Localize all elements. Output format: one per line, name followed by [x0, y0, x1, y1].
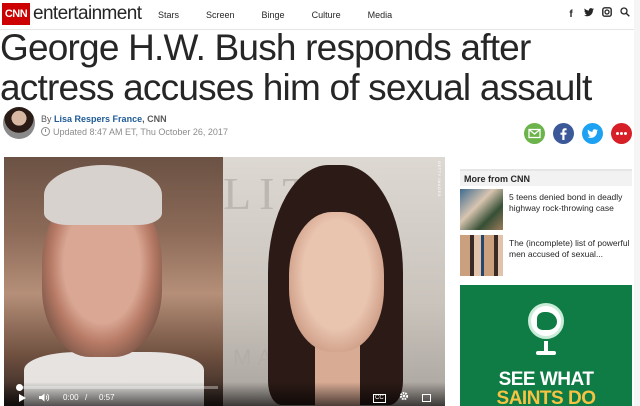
globe-icon [528, 303, 564, 339]
author-name-link[interactable]: Lisa Respers France [54, 114, 142, 124]
photo-credit: GETTY IMAGES [437, 161, 442, 197]
article-headline: George H.W. Bush responds after actress … [0, 27, 592, 108]
nav-media[interactable]: Media [368, 9, 393, 21]
sidebar-title: More from CNN [460, 169, 632, 186]
by-label: By [41, 114, 52, 124]
facebook-share-button[interactable] [553, 123, 574, 144]
author-org: , CNN [142, 114, 167, 124]
related-story-thumbnail[interactable] [460, 235, 503, 276]
instagram-icon[interactable] [602, 7, 612, 22]
related-story-link[interactable]: 5 teens denied bond in deadly highway ro… [503, 189, 632, 232]
email-share-button[interactable] [524, 123, 545, 144]
more-share-button[interactable] [611, 123, 632, 144]
video-player[interactable]: LIT MA GETTY IMAGES 0:00 / 0:57 CC [4, 157, 445, 406]
fullscreen-icon[interactable] [422, 394, 431, 402]
video-still-right-photo: LIT MA [223, 157, 445, 406]
ad-subline: SAINTS DO [496, 388, 596, 406]
twitter-icon[interactable] [584, 7, 594, 22]
photo-hair-left [44, 165, 162, 225]
author-avatar[interactable] [3, 107, 35, 139]
related-story[interactable]: 5 teens denied bond in deadly highway ro… [460, 189, 632, 232]
nav-culture[interactable]: Culture [312, 9, 341, 21]
twitter-share-button[interactable] [582, 123, 603, 144]
cnn-logo[interactable]: CNN [2, 3, 30, 25]
updated-text: Updated 8:47 AM ET, Thu October 26, 2017 [53, 127, 228, 137]
related-story[interactable]: The (incomplete) list of powerful men ac… [460, 235, 632, 278]
facebook-icon[interactable]: f [566, 8, 576, 22]
nav-binge[interactable]: Binge [262, 9, 285, 21]
video-controls: 0:00 / 0:57 CC [4, 382, 445, 406]
progress-handle[interactable] [16, 384, 23, 391]
related-story-link[interactable]: The (incomplete) list of powerful men ac… [503, 235, 632, 278]
video-current-time: 0:00 [63, 393, 79, 402]
photo-face-right [289, 212, 384, 352]
video-still-left-photo [4, 157, 223, 406]
main-nav: Stars Screen Binge Culture Media [158, 9, 419, 21]
page-scrollbar[interactable] [634, 0, 640, 406]
section-title-entertainment[interactable]: entertainment [33, 2, 142, 26]
play-button[interactable] [19, 394, 26, 402]
top-nav-bar: CNN entertainment Stars Screen Binge Cul… [0, 0, 640, 30]
search-icon[interactable] [620, 7, 630, 22]
author-line: By Lisa Respers France, CNN [41, 114, 167, 124]
updated-timestamp: Updated 8:47 AM ET, Thu October 26, 2017 [41, 127, 228, 137]
video-duration: 0:57 [99, 393, 115, 402]
video-time-separator: / [85, 393, 88, 402]
video-progress-bar[interactable] [18, 386, 218, 389]
advertisement[interactable]: SEE WHAT SAINTS DO [460, 285, 632, 406]
related-story-thumbnail[interactable] [460, 189, 503, 230]
volume-icon[interactable] [39, 393, 50, 405]
header-social-links: f [566, 7, 630, 22]
clock-icon [41, 127, 50, 136]
sidebar-more-from-cnn: More from CNN 5 teens denied bond in dea… [460, 169, 632, 278]
nav-screen[interactable]: Screen [206, 9, 235, 21]
gear-icon[interactable] [399, 391, 409, 404]
closed-captions-button[interactable]: CC [373, 394, 386, 403]
nav-stars[interactable]: Stars [158, 9, 179, 21]
share-buttons [524, 123, 632, 144]
globe-base [536, 351, 556, 355]
